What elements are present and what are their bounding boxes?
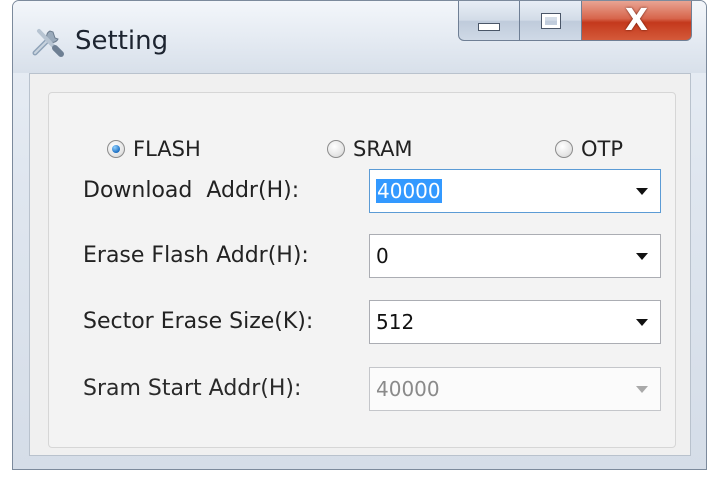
dropdown-arrow-icon[interactable] xyxy=(636,188,648,195)
sector-erase-size-label: Sector Erase Size(K): xyxy=(83,309,314,334)
tools-icon xyxy=(32,29,64,57)
sram-start-addr-row: Sram Start Addr(H): 40000 xyxy=(49,367,675,413)
dropdown-arrow-icon[interactable] xyxy=(636,319,648,326)
close-button[interactable]: X xyxy=(582,1,692,41)
dropdown-arrow-icon[interactable] xyxy=(636,253,648,260)
sram-start-addr-combo: 40000 xyxy=(369,367,661,411)
radio-button-icon xyxy=(555,140,573,158)
radio-button-icon xyxy=(327,140,345,158)
download-addr-label: Download Addr(H): xyxy=(83,178,300,203)
close-icon: X xyxy=(624,2,649,38)
sector-erase-size-value[interactable]: 512 xyxy=(376,310,414,334)
minimize-button[interactable] xyxy=(458,1,520,41)
sector-erase-size-combo[interactable]: 512 xyxy=(369,300,661,344)
radio-otp[interactable]: OTP xyxy=(555,137,623,161)
radio-button-icon xyxy=(107,140,125,158)
radio-label: FLASH xyxy=(133,137,201,161)
maximize-button[interactable] xyxy=(520,1,582,41)
dropdown-arrow-icon xyxy=(636,386,648,393)
caption-buttons: X xyxy=(458,1,692,41)
minimize-icon xyxy=(478,22,500,31)
radio-label: SRAM xyxy=(353,137,413,161)
erase-flash-addr-label: Erase Flash Addr(H): xyxy=(83,243,309,268)
radio-selected-dot xyxy=(112,145,120,153)
sram-start-addr-label: Sram Start Addr(H): xyxy=(83,376,302,401)
download-addr-row: Download Addr(H): 40000 xyxy=(49,169,675,215)
download-addr-value[interactable]: 40000 xyxy=(376,179,442,203)
erase-flash-addr-value[interactable]: 0 xyxy=(376,244,389,268)
client-area: FLASH SRAM OTP Download Addr(H): 40000 E… xyxy=(29,73,691,456)
radio-label: OTP xyxy=(581,137,624,161)
erase-flash-addr-row: Erase Flash Addr(H): 0 xyxy=(49,234,675,280)
window-title: Setting xyxy=(75,26,169,56)
sector-erase-size-row: Sector Erase Size(K): 512 xyxy=(49,300,675,346)
title-bar[interactable]: Setting X xyxy=(13,1,706,73)
settings-group: FLASH SRAM OTP Download Addr(H): 40000 E… xyxy=(48,92,676,448)
download-addr-combo[interactable]: 40000 xyxy=(369,169,661,213)
erase-flash-addr-combo[interactable]: 0 xyxy=(369,234,661,278)
settings-window: Setting X FLASH SRAM OTP Download Addr(H… xyxy=(12,0,707,470)
radio-sram[interactable]: SRAM xyxy=(327,137,413,161)
maximize-icon xyxy=(540,12,561,29)
sram-start-addr-value: 40000 xyxy=(376,377,440,401)
memory-type-radio-group: FLASH SRAM OTP xyxy=(49,93,675,173)
radio-flash[interactable]: FLASH xyxy=(107,137,201,161)
